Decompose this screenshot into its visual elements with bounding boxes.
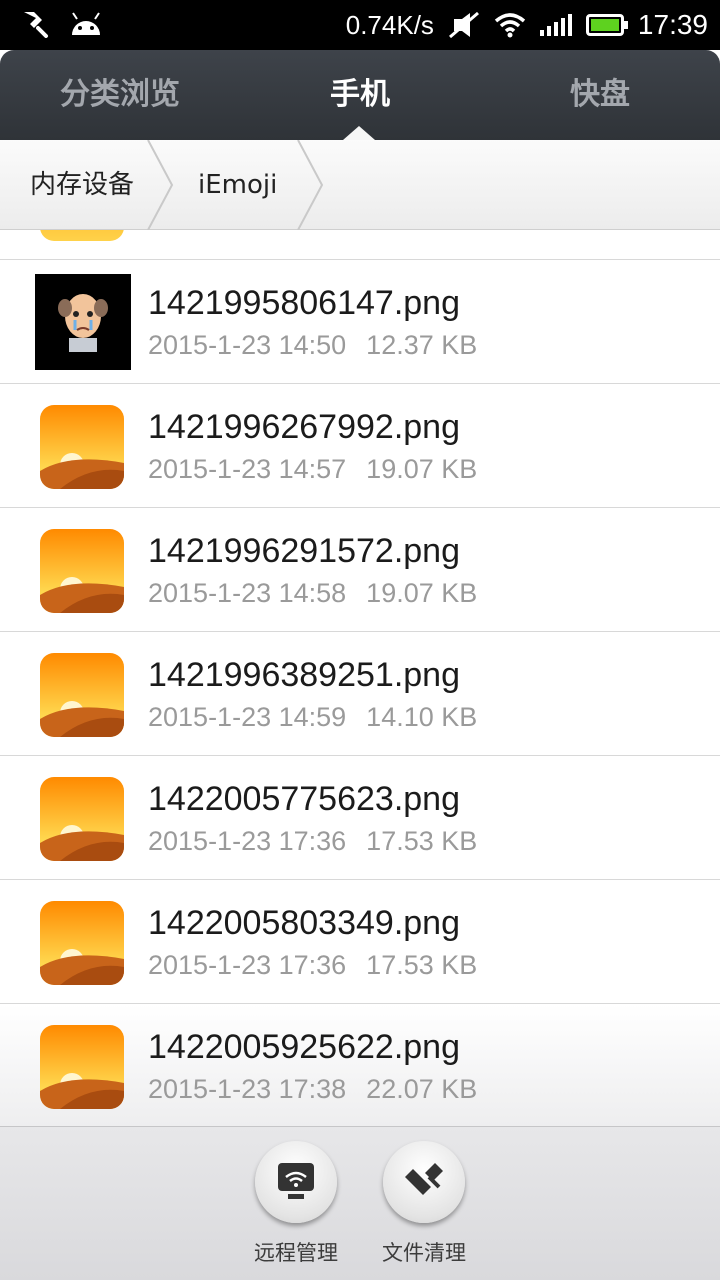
breadcrumb-separator-icon <box>147 140 174 230</box>
remote-manage-circle[interactable] <box>255 1141 337 1223</box>
bottom-toolbar: 远程管理 文件清理 <box>0 1126 720 1280</box>
file-clean-button[interactable]: 文件清理 <box>369 1141 479 1267</box>
clock: 17:39 <box>637 9 708 40</box>
file-date: 2015-1-23 17:38 <box>148 1074 347 1104</box>
tab-category-browse[interactable]: 分类浏览 <box>0 50 240 140</box>
file-date: 2015-1-23 14:50 <box>148 330 347 360</box>
file-date: 2015-1-23 14:57 <box>148 454 347 484</box>
file-clean-label: 文件清理 <box>382 1241 466 1265</box>
breadcrumb: 内存设备 iEmoji <box>0 140 720 230</box>
image-file-icon <box>40 653 124 737</box>
file-date: 2015-1-23 14:59 <box>148 702 347 732</box>
file-meta: 2015-1-23 14:57 19.07 KB <box>148 454 477 485</box>
battery-icon <box>585 14 628 36</box>
image-file-icon <box>40 405 124 489</box>
file-row[interactable]: 1421996389251.png 2015-1-23 14:59 14.10 K… <box>0 632 720 756</box>
file-size: 19.07 KB <box>366 578 478 608</box>
file-meta: 2015-1-23 14:50 12.37 KB <box>148 330 477 361</box>
file-name: 1422005925622.png <box>148 1028 460 1066</box>
image-file-icon <box>40 777 124 861</box>
file-size: 22.07 KB <box>366 1074 478 1104</box>
file-date: 2015-1-23 17:36 <box>148 950 347 980</box>
file-name: 1421996291572.png <box>148 532 460 570</box>
file-meta: 2015-1-23 17:36 17.53 KB <box>148 950 477 981</box>
file-date: 2015-1-23 17:36 <box>148 826 347 856</box>
cleaner-icon <box>24 12 48 38</box>
file-name: 1421996267992.png <box>148 408 460 446</box>
image-file-icon <box>40 901 124 985</box>
active-tab-pointer <box>343 126 375 140</box>
photo-thumbnail <box>35 274 131 370</box>
file-row[interactable]: 1421996291572.png 2015-1-23 14:58 19.07 K… <box>0 508 720 632</box>
file-clean-circle[interactable] <box>383 1141 465 1223</box>
mute-icon <box>448 11 479 39</box>
file-date: 2015-1-23 14:58 <box>148 578 347 608</box>
file-meta: 2015-1-23 14:58 19.07 KB <box>148 578 477 609</box>
file-name: 1421996389251.png <box>148 656 460 694</box>
signal-icon <box>539 14 572 36</box>
monitor-wifi-icon <box>278 1163 314 1199</box>
image-file-icon <box>40 529 124 613</box>
file-size: 17.53 KB <box>366 950 478 980</box>
broom-icon <box>405 1163 443 1195</box>
tab-kuaipan[interactable]: 快盘 <box>480 50 720 140</box>
remote-manage-label: 远程管理 <box>254 1241 338 1265</box>
file-row[interactable]: 1422005775623.png 2015-1-23 17:36 17.53 K… <box>0 756 720 880</box>
breadcrumb-internal-storage[interactable]: 内存设备 <box>30 140 134 230</box>
wifi-icon <box>494 13 526 38</box>
android-icon <box>72 12 100 35</box>
file-name: 1421995806147.png <box>148 284 460 322</box>
file-size: 14.10 KB <box>366 702 478 732</box>
file-row[interactable]: 1422005925622.png 2015-1-23 17:38 22.07 K… <box>0 1004 720 1126</box>
file-row[interactable]: 1422005803349.png 2015-1-23 17:36 17.53 K… <box>0 880 720 1004</box>
file-row[interactable]: 1421996267992.png 2015-1-23 14:57 19.07 K… <box>0 384 720 508</box>
file-size: 19.07 KB <box>366 454 478 484</box>
file-row[interactable]: 1421995806147.png 2015-1-23 14:50 12.37 K… <box>0 260 720 384</box>
image-file-icon <box>40 230 124 241</box>
file-size: 12.37 KB <box>366 330 478 360</box>
file-meta: 2015-1-23 17:38 22.07 KB <box>148 1074 477 1105</box>
file-meta: 2015-1-23 14:59 14.10 KB <box>148 702 477 733</box>
breadcrumb-separator-icon <box>297 140 324 230</box>
net-speed: 0.74K/s <box>345 9 434 40</box>
file-meta: 2015-1-23 17:36 17.53 KB <box>148 826 477 857</box>
file-row-partial[interactable] <box>0 230 720 260</box>
file-name: 1422005803349.png <box>148 904 460 942</box>
remote-manage-button[interactable]: 远程管理 <box>241 1141 351 1267</box>
status-bar: 0.74K/s 17:39 <box>0 0 720 50</box>
file-list: 1421995806147.png 2015-1-23 14:50 12.37 K… <box>0 230 720 1126</box>
breadcrumb-iemoji[interactable]: iEmoji <box>198 140 277 230</box>
file-name: 1422005775623.png <box>148 780 460 818</box>
file-size: 17.53 KB <box>366 826 478 856</box>
image-file-icon <box>40 1025 124 1109</box>
